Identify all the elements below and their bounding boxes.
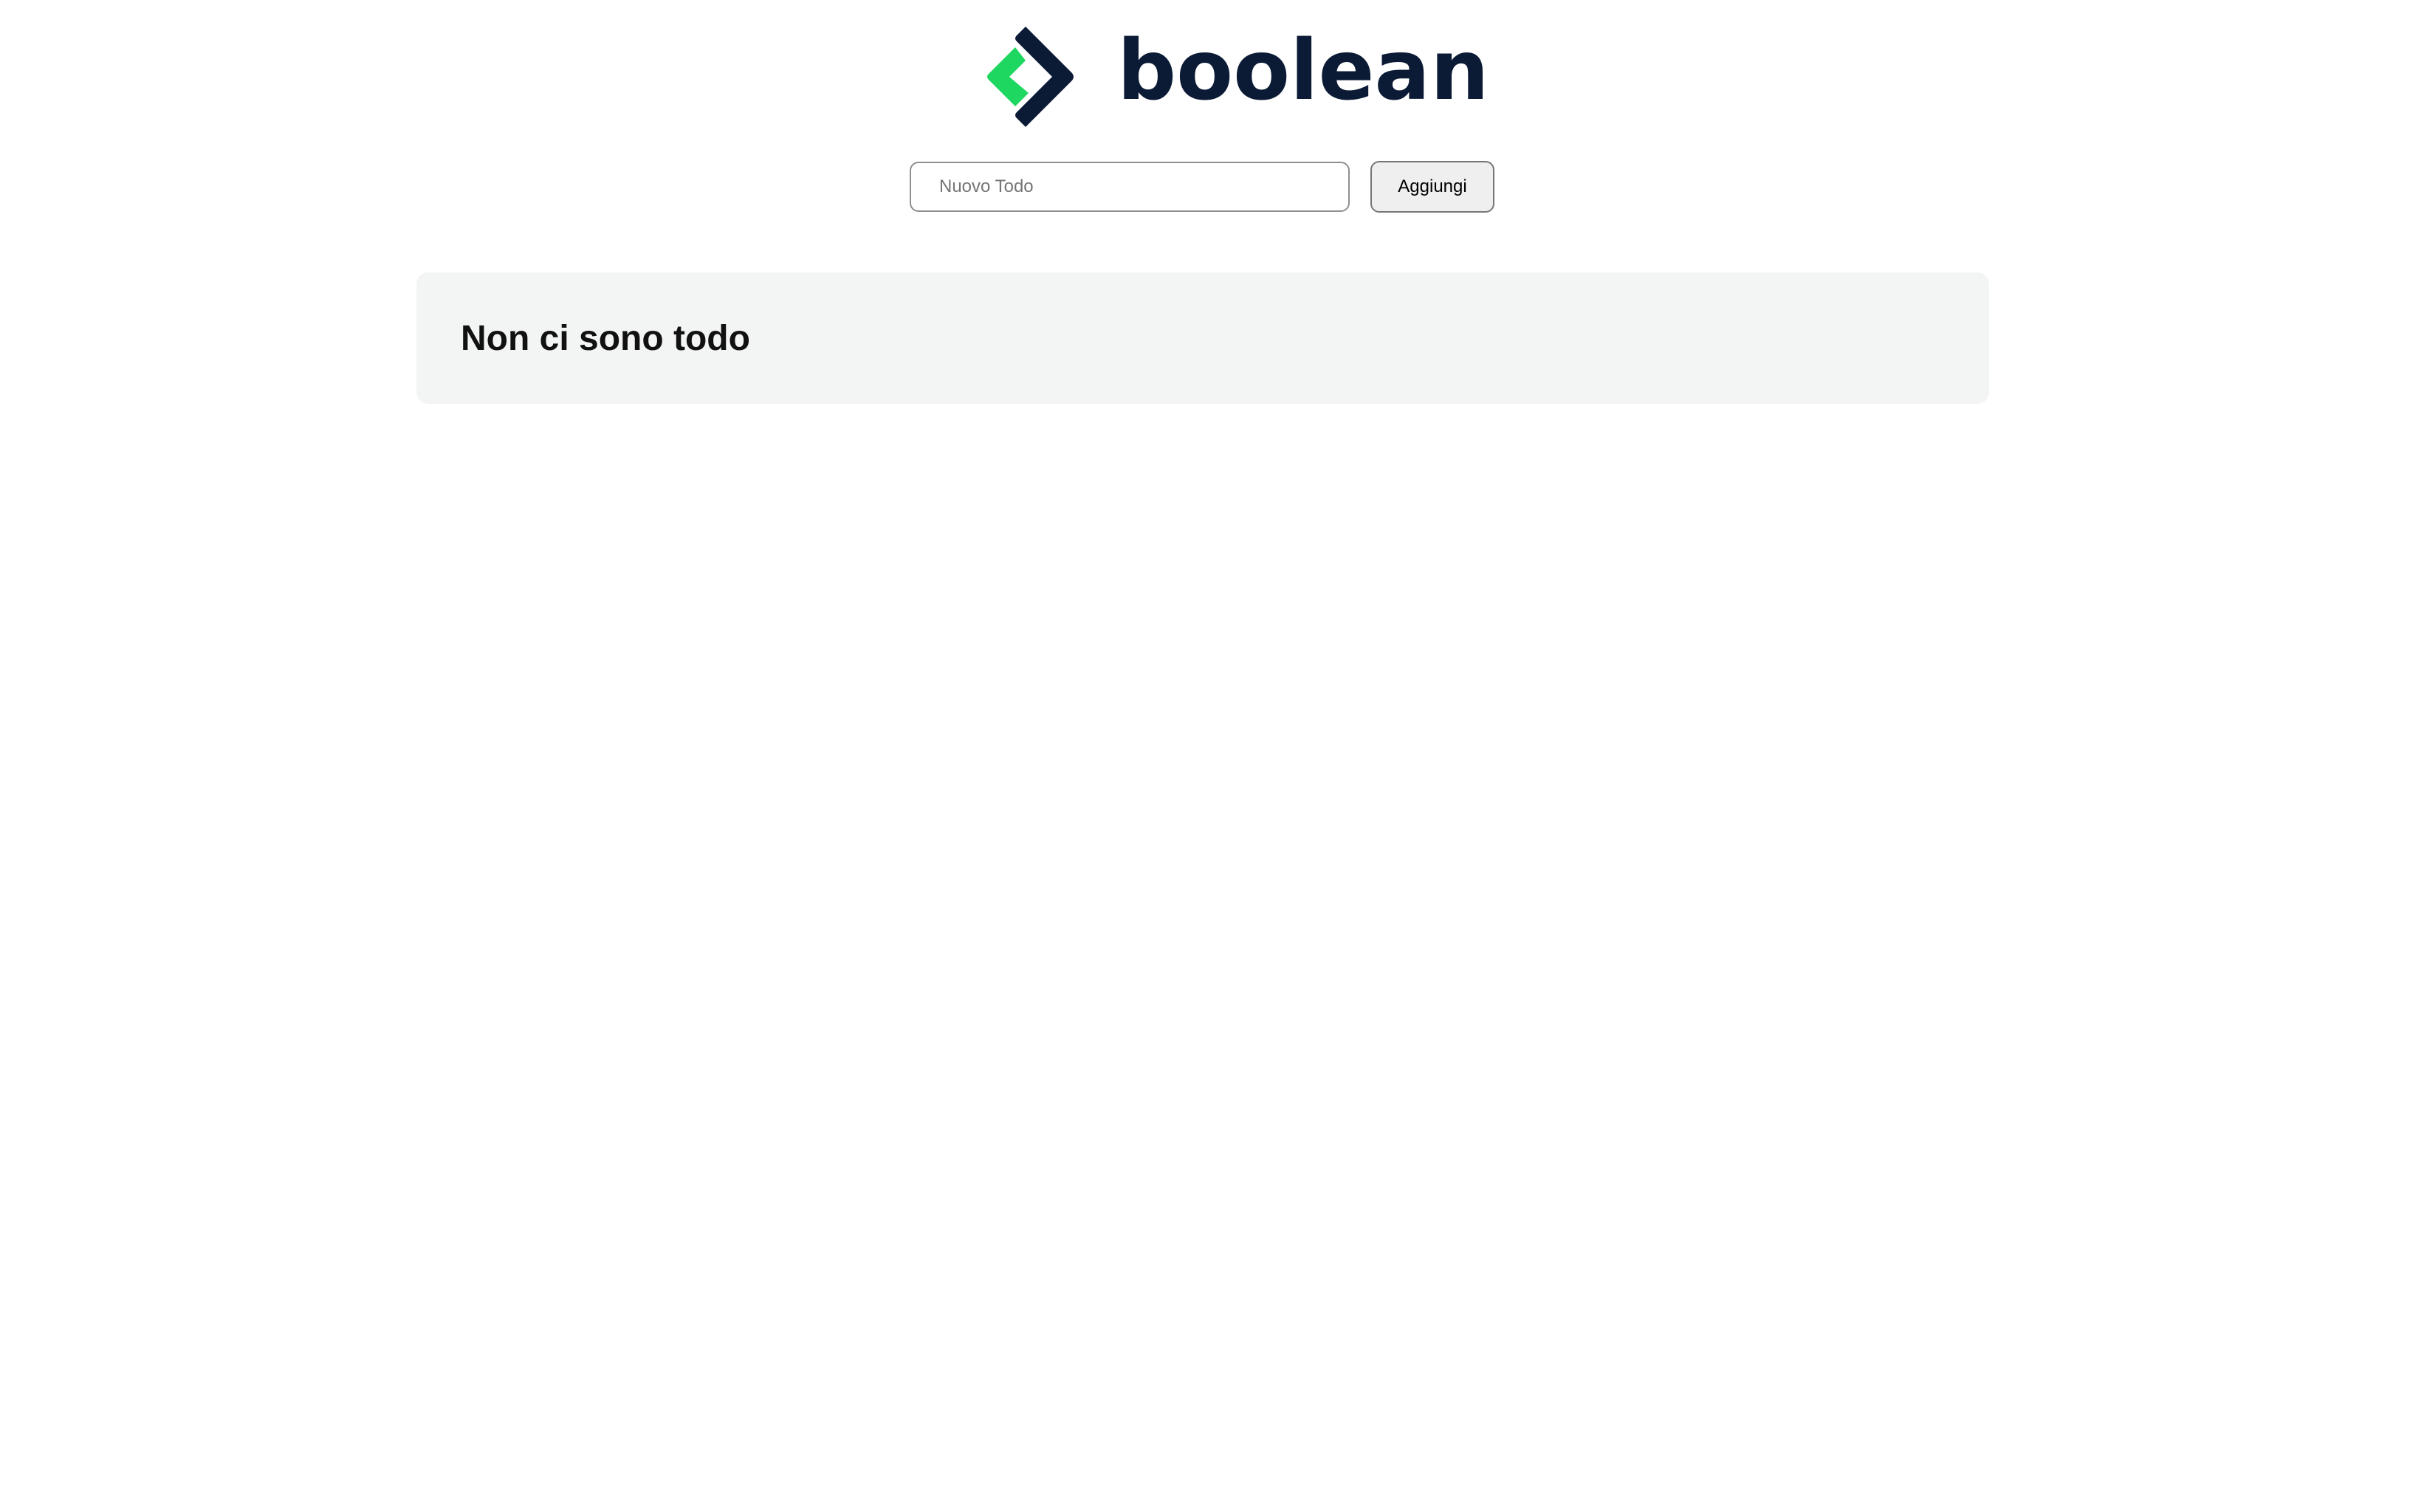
brand-logo: boolean <box>978 25 1489 128</box>
todo-list-card: Non ci sono todo <box>416 272 1989 404</box>
new-todo-form: Aggiungi <box>910 161 1494 213</box>
boolean-logo-icon <box>987 27 1074 127</box>
new-todo-input[interactable] <box>910 162 1350 212</box>
add-todo-button[interactable]: Aggiungi <box>1370 161 1494 213</box>
todo-page: boolean Aggiungi Non ci sono todo <box>0 0 2410 1512</box>
empty-todos-message: Non ci sono todo <box>461 318 750 358</box>
brand-name: boolean <box>1117 23 1489 119</box>
